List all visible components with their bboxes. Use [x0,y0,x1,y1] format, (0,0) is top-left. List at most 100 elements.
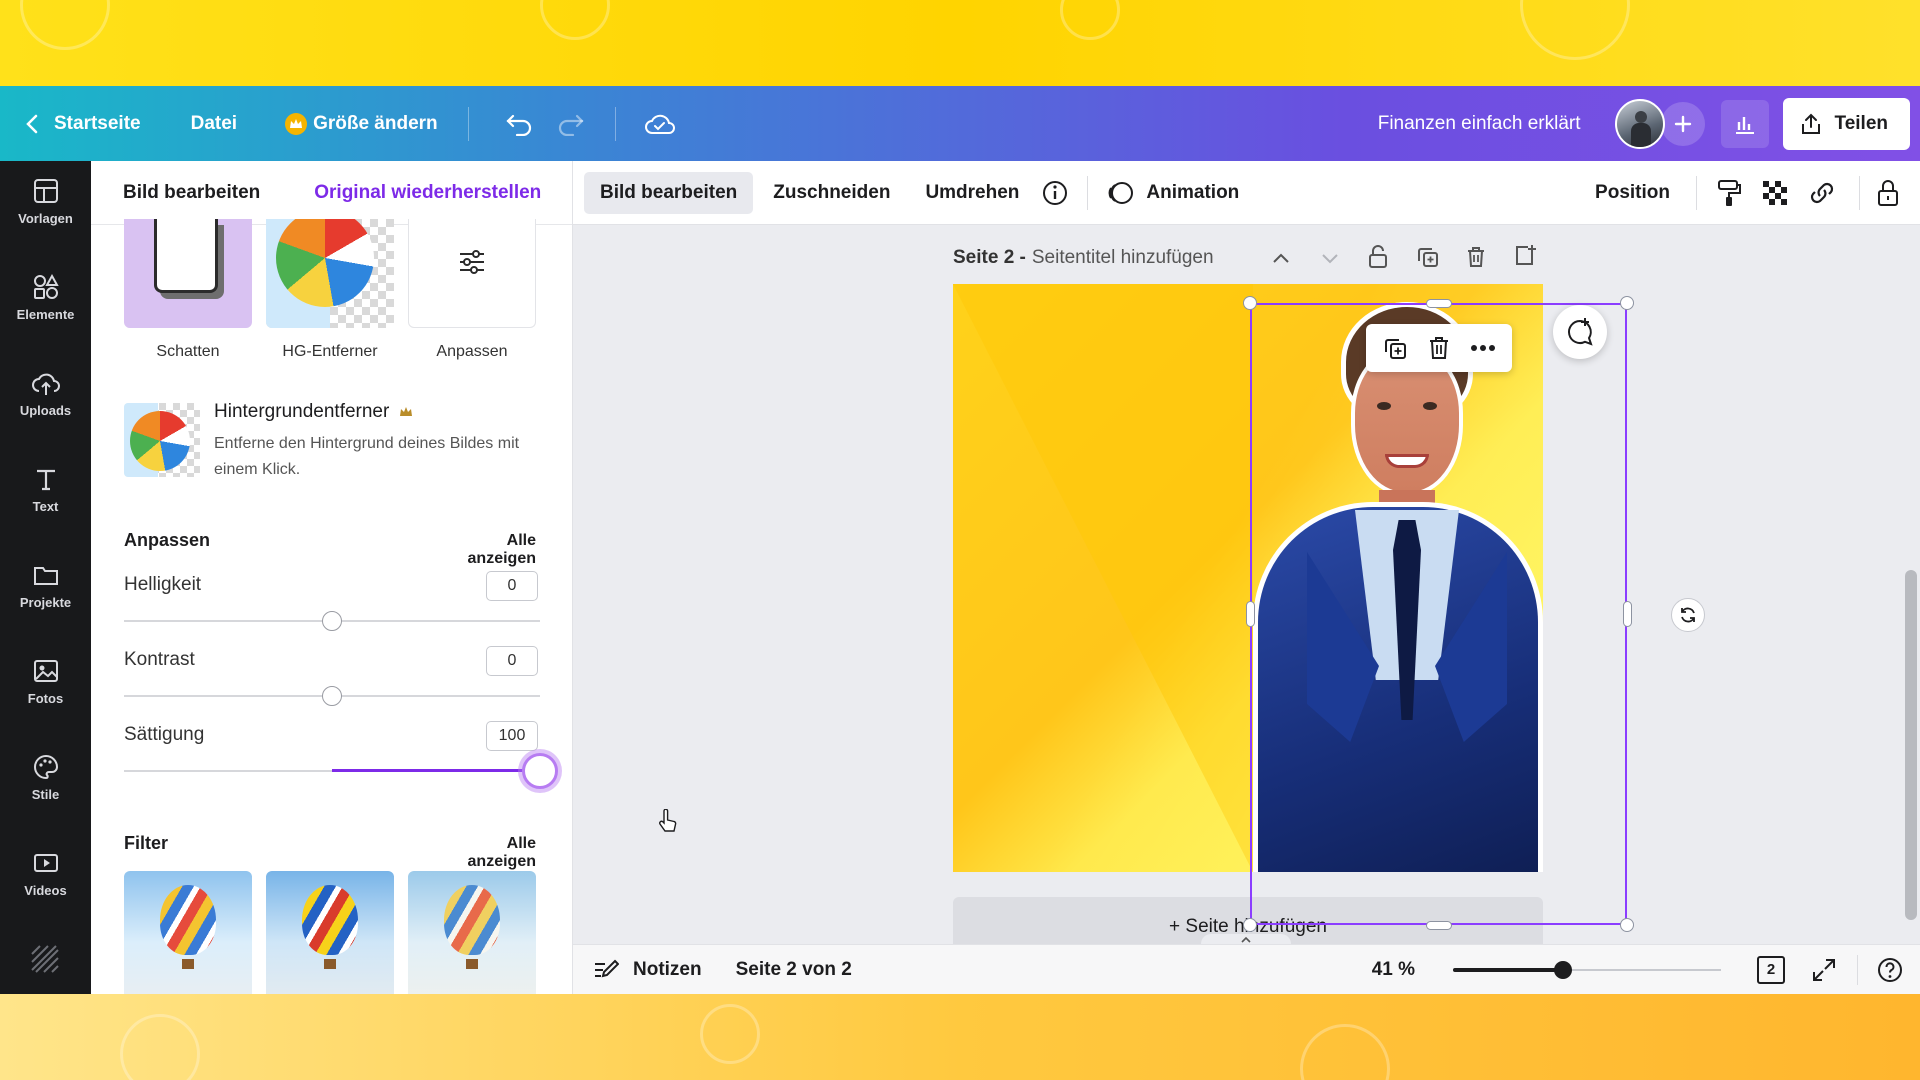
chevron-left-icon [24,113,40,135]
avatar[interactable] [1614,98,1665,149]
resize-handle-left[interactable] [1246,601,1255,627]
filter-thumb-2[interactable] [266,871,394,994]
resize-handle-top[interactable] [1426,299,1452,308]
paint-roller-icon[interactable] [1715,178,1743,208]
rail-item-styles[interactable]: Stile [0,745,91,825]
canvas-area: Seite 2 - Seitentitel hinzufügen + Seite… [573,225,1920,944]
filter-see-all-link[interactable]: Alle anzeigen [436,835,536,871]
chevron-down-icon[interactable] [1319,247,1341,269]
help-icon[interactable] [1876,956,1904,984]
saturation-label: Sättigung [124,724,205,745]
rail-item-videos[interactable]: Videos [0,841,91,921]
resize-handle-bottom[interactable] [1426,921,1452,930]
file-menu[interactable]: Datei [191,86,237,161]
brightness-slider-knob[interactable] [322,611,342,631]
contrast-slider-knob[interactable] [322,686,342,706]
cloud-check-icon [644,112,676,136]
add-page-icon[interactable] [1513,244,1537,268]
home-button[interactable]: Startseite [24,86,141,161]
contrast-value-input[interactable]: 0 [486,646,538,676]
animation-button[interactable]: Animation [1106,179,1239,207]
zoom-slider[interactable] [1453,960,1721,980]
share-button[interactable]: Teilen [1782,97,1910,150]
duplicate-icon[interactable] [1382,335,1408,361]
insights-button[interactable] [1720,99,1769,148]
delete-page-icon[interactable] [1465,245,1487,269]
page-expander[interactable] [1201,934,1291,944]
resize-button[interactable]: Größe ändern [285,86,438,161]
edit-image-button[interactable]: Bild bearbeiten [584,171,754,214]
filter-thumb-3[interactable] [408,871,536,994]
page-lock-icon[interactable] [1367,244,1389,270]
notes-label: Notizen [633,958,702,980]
adjust-see-all-link[interactable]: Alle anzeigen [436,532,536,568]
filter-thumb-1[interactable] [124,871,252,994]
page-title-input[interactable]: Seitentitel hinzufügen [1032,247,1214,269]
zoom-slider-knob[interactable] [1553,960,1572,979]
rail-label: Stile [31,787,60,802]
chevron-up-icon[interactable] [1270,247,1292,269]
rotate-handle[interactable] [1671,598,1705,632]
crown-icon [285,112,308,135]
resize-handle-bottom-left[interactable] [1243,918,1257,932]
fullscreen-icon[interactable] [1811,957,1837,983]
effect-shadow-thumb[interactable] [124,219,252,328]
rail-item-text[interactable]: Text [0,457,91,537]
redo-button[interactable] [551,104,591,144]
trash-icon[interactable] [1427,335,1451,361]
elements-icon [33,273,59,299]
zoom-percentage[interactable]: 41 % [1372,959,1415,981]
rail-item-uploads[interactable]: Uploads [0,361,91,441]
rail-label: Text [32,499,59,514]
resize-handle-top-left[interactable] [1243,296,1257,310]
flip-button[interactable]: Umdrehen [925,182,1019,204]
crop-label: Zuschneiden [773,181,891,203]
duplicate-page-icon[interactable] [1416,245,1440,269]
saturation-slider-knob[interactable] [522,753,558,789]
rail-item-elements[interactable]: Elemente [0,265,91,345]
lock-icon[interactable] [1876,178,1900,208]
add-comment-button[interactable] [1553,305,1607,359]
effect-bg-remover-thumb[interactable] [266,219,394,328]
notes-button[interactable]: Notizen [593,958,702,982]
crop-button[interactable]: Zuschneiden [773,182,890,204]
rail-item-photos[interactable]: Fotos [0,649,91,729]
mouse-cursor [657,808,679,840]
canvas-scrollbar[interactable] [1905,570,1917,920]
more-apps-icon[interactable] [30,944,60,974]
zoom-slider-fill [1453,967,1563,972]
crown-icon [399,406,413,418]
resize-handle-right[interactable] [1623,601,1632,627]
undo-button[interactable] [499,104,539,144]
caret-up-icon [1241,936,1251,943]
photo-icon [33,660,58,682]
cloud-saved-button[interactable] [640,104,680,144]
selection-box[interactable] [1250,303,1627,925]
position-button[interactable]: Position [1595,182,1670,204]
link-icon[interactable] [1807,179,1837,207]
saturation-value-input[interactable]: 100 [486,721,538,751]
bar-chart-icon [1733,112,1757,136]
share-label: Teilen [1834,112,1889,134]
brightness-value-input[interactable]: 0 [486,571,538,601]
bg-remover-card[interactable]: Hintergrundentferner Entferne den Hinter… [124,399,536,487]
more-options-icon[interactable] [1470,344,1496,352]
rail-label: Projekte [19,595,72,610]
transparency-icon[interactable] [1761,179,1789,207]
add-collaborator-button[interactable] [1660,101,1705,146]
text-icon [36,469,55,491]
share-upload-icon [1799,112,1823,136]
page-grid-button[interactable]: 2 [1757,955,1785,984]
effect-adjust-thumb[interactable] [408,219,536,328]
rail-item-templates[interactable]: Vorlagen [0,169,91,249]
sliders-icon [457,247,487,277]
resize-handle-bottom-right[interactable] [1620,918,1634,932]
bg-remover-description: Entferne den Hintergrund deines Bildes m… [214,435,520,478]
restore-original-link[interactable]: Original wiederherstellen [314,182,541,204]
info-icon[interactable] [1041,179,1069,207]
design-title[interactable]: Finanzen einfach erklärt [1378,86,1581,161]
resize-handle-top-right[interactable] [1620,296,1634,310]
tab-edit-image[interactable]: Bild bearbeiten [123,182,260,204]
rail-label: Vorlagen [18,211,73,226]
rail-item-projects[interactable]: Projekte [0,553,91,633]
